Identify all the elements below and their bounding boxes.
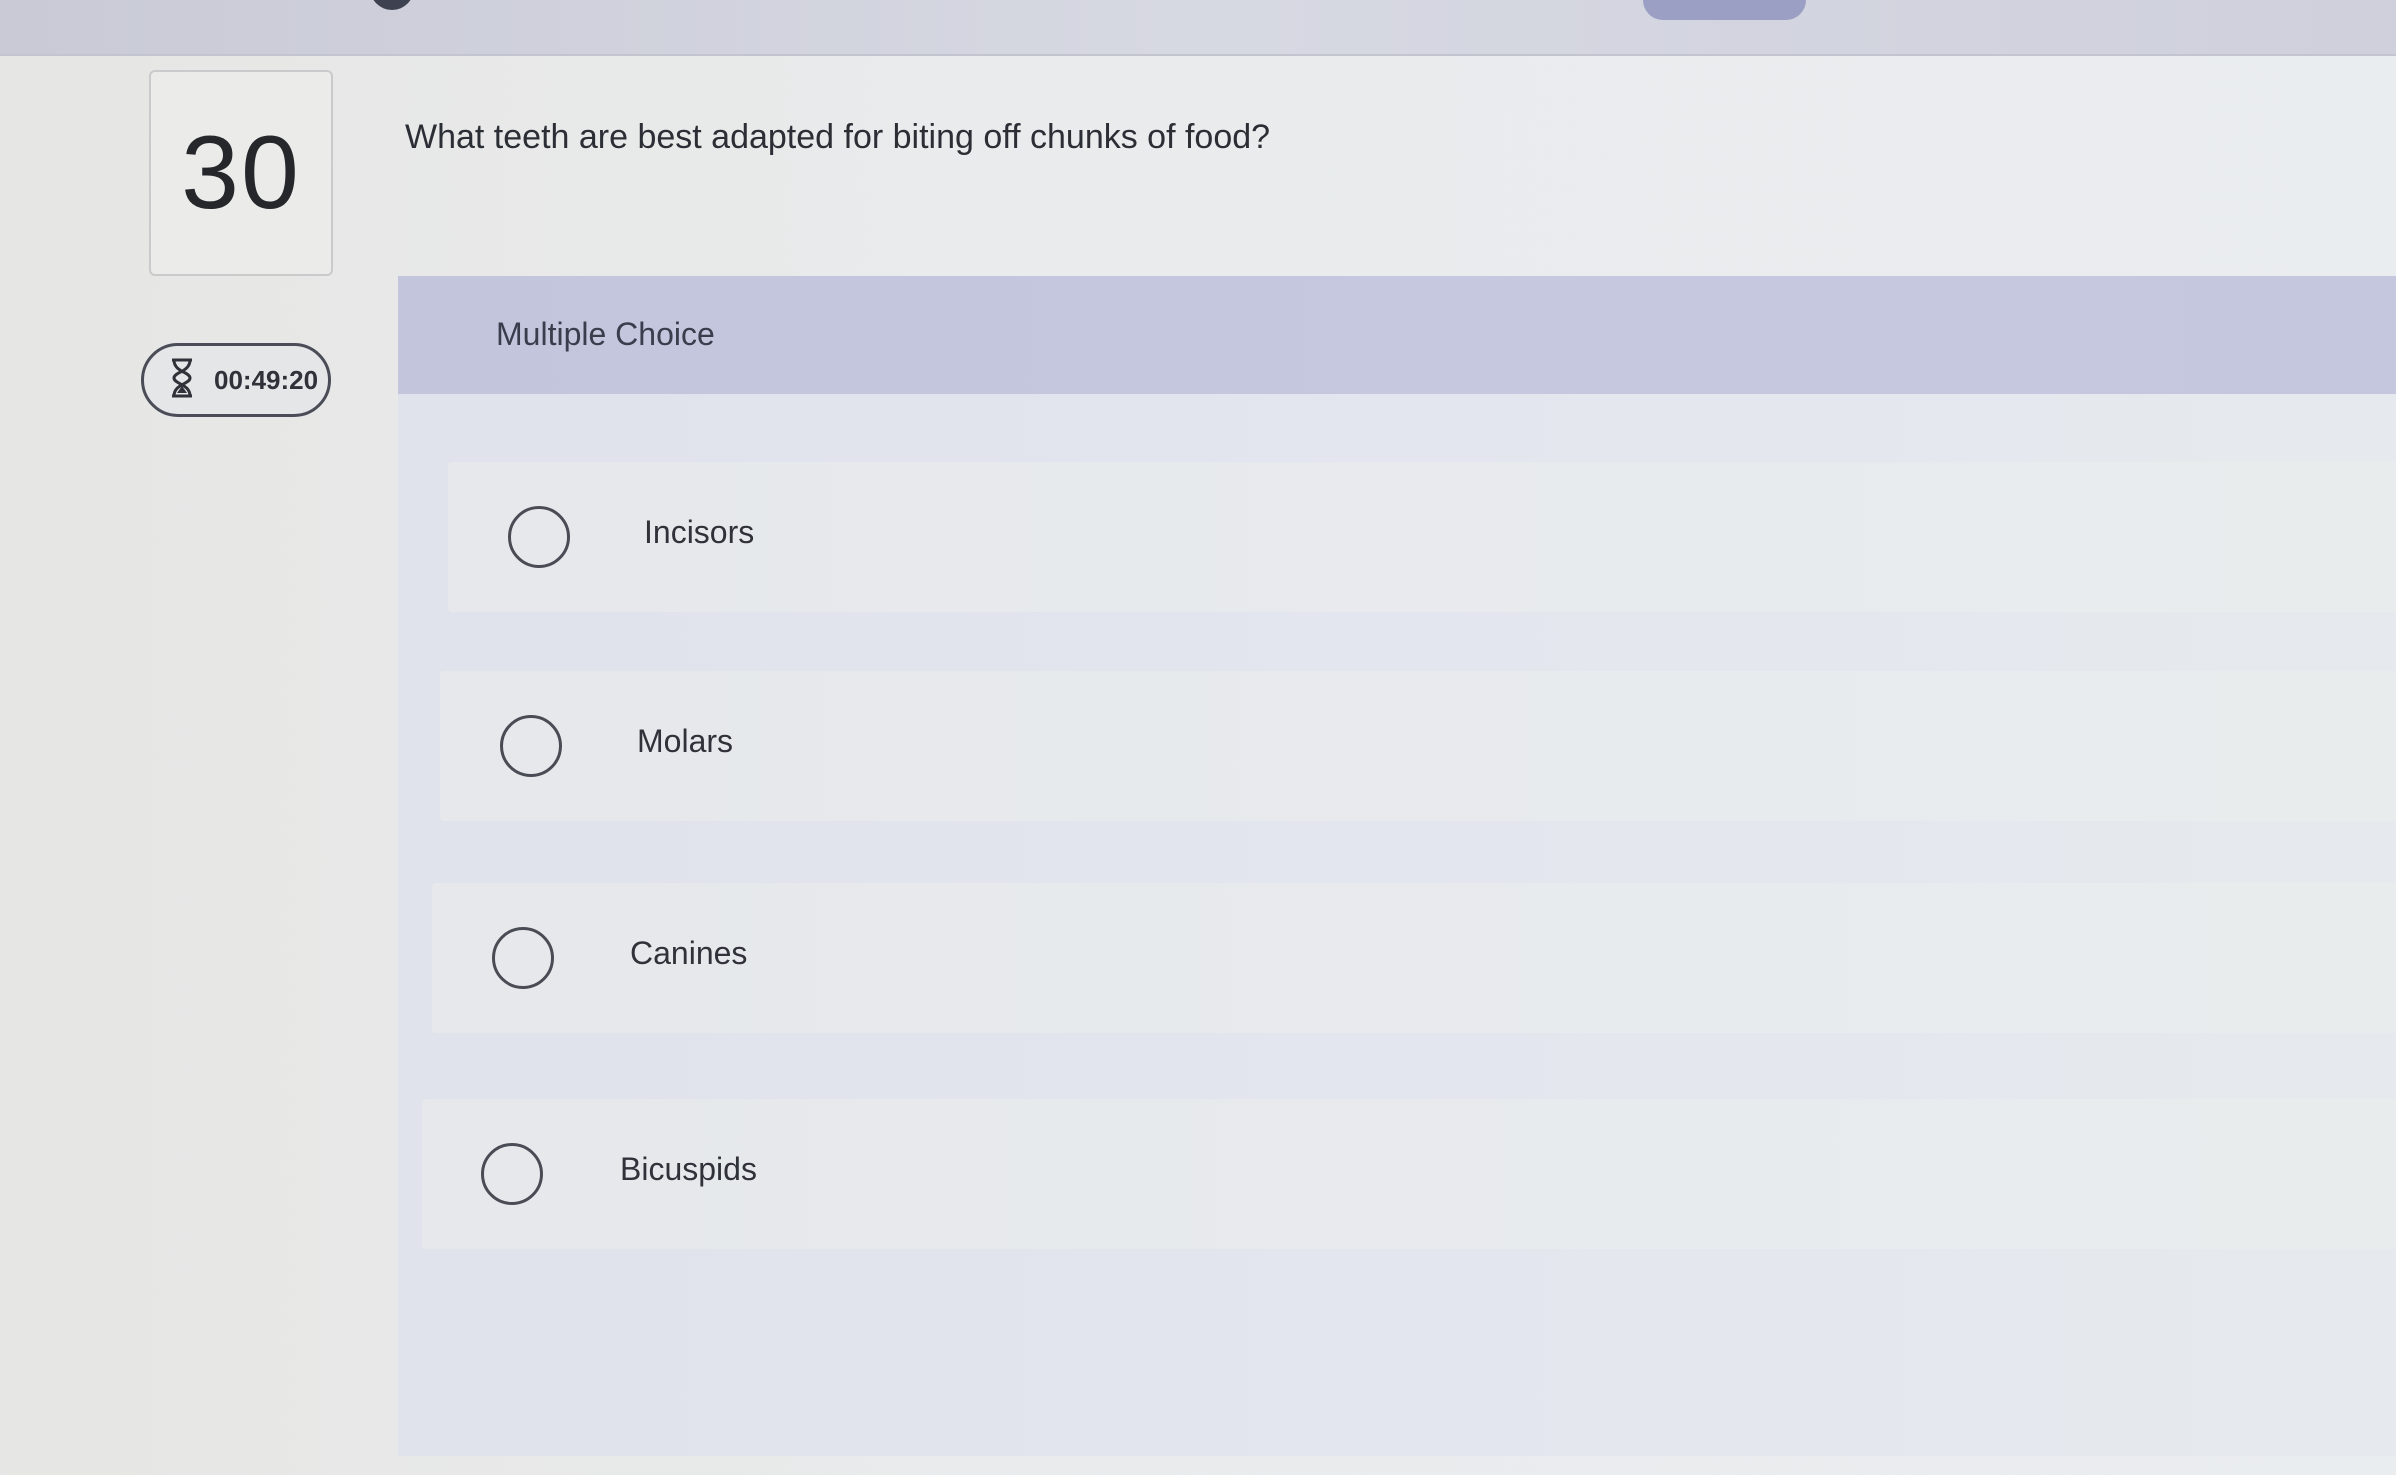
question-type-label: Multiple Choice	[496, 316, 715, 352]
timer-text: 00:49:20	[214, 364, 319, 395]
hourglass-icon	[166, 357, 198, 404]
panel-header: Multiple Choice	[398, 276, 2396, 394]
radio-button[interactable]	[508, 506, 570, 568]
radio-button[interactable]	[481, 1143, 543, 1205]
answer-option-incisors[interactable]: Incisors	[448, 462, 2396, 612]
option-label: Incisors	[644, 514, 755, 550]
answer-panel: Multiple Choice Incisors Molars Canines …	[398, 276, 2396, 1456]
option-label: Molars	[637, 723, 734, 759]
timer-badge: 00:49:20	[141, 343, 331, 417]
question-number-box: 30	[149, 70, 333, 276]
answer-option-canines[interactable]: Canines	[432, 883, 2396, 1033]
top-bar	[0, 0, 2396, 56]
answer-option-bicuspids[interactable]: Bicuspids	[422, 1099, 2396, 1249]
option-label: Bicuspids	[620, 1151, 757, 1187]
top-action-button[interactable]	[1643, 0, 1806, 20]
option-label: Canines	[630, 935, 748, 971]
question-number: 30	[181, 114, 301, 231]
avatar[interactable]	[370, 0, 414, 10]
question-text: What teeth are best adapted for biting o…	[405, 118, 1271, 156]
radio-button[interactable]	[492, 927, 554, 989]
answer-option-molars[interactable]: Molars	[440, 671, 2396, 821]
radio-button[interactable]	[500, 715, 562, 777]
